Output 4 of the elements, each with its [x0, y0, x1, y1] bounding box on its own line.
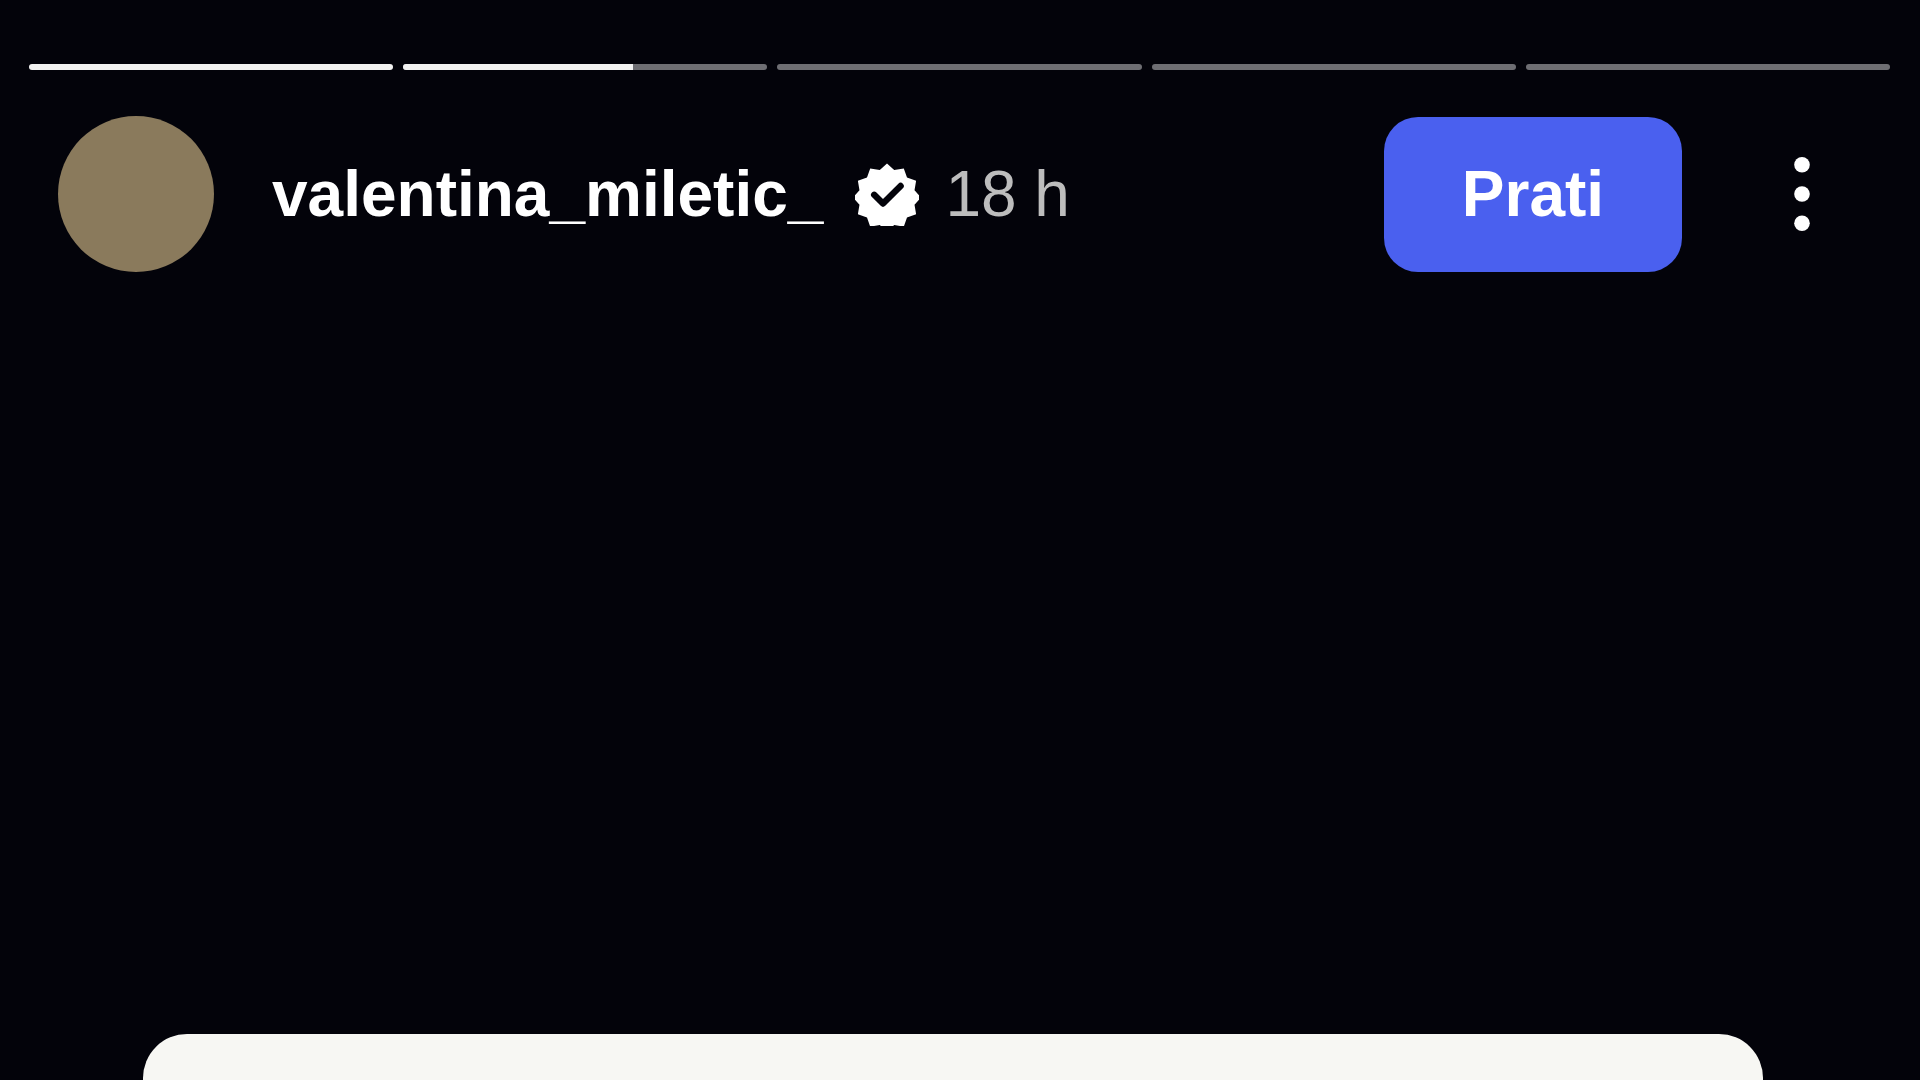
follow-button[interactable]: Prati [1384, 116, 1682, 272]
username[interactable]: valentina_miletic_ [272, 157, 824, 231]
more-options-icon[interactable] [1792, 155, 1812, 233]
post-time: 18 h [945, 157, 1070, 231]
